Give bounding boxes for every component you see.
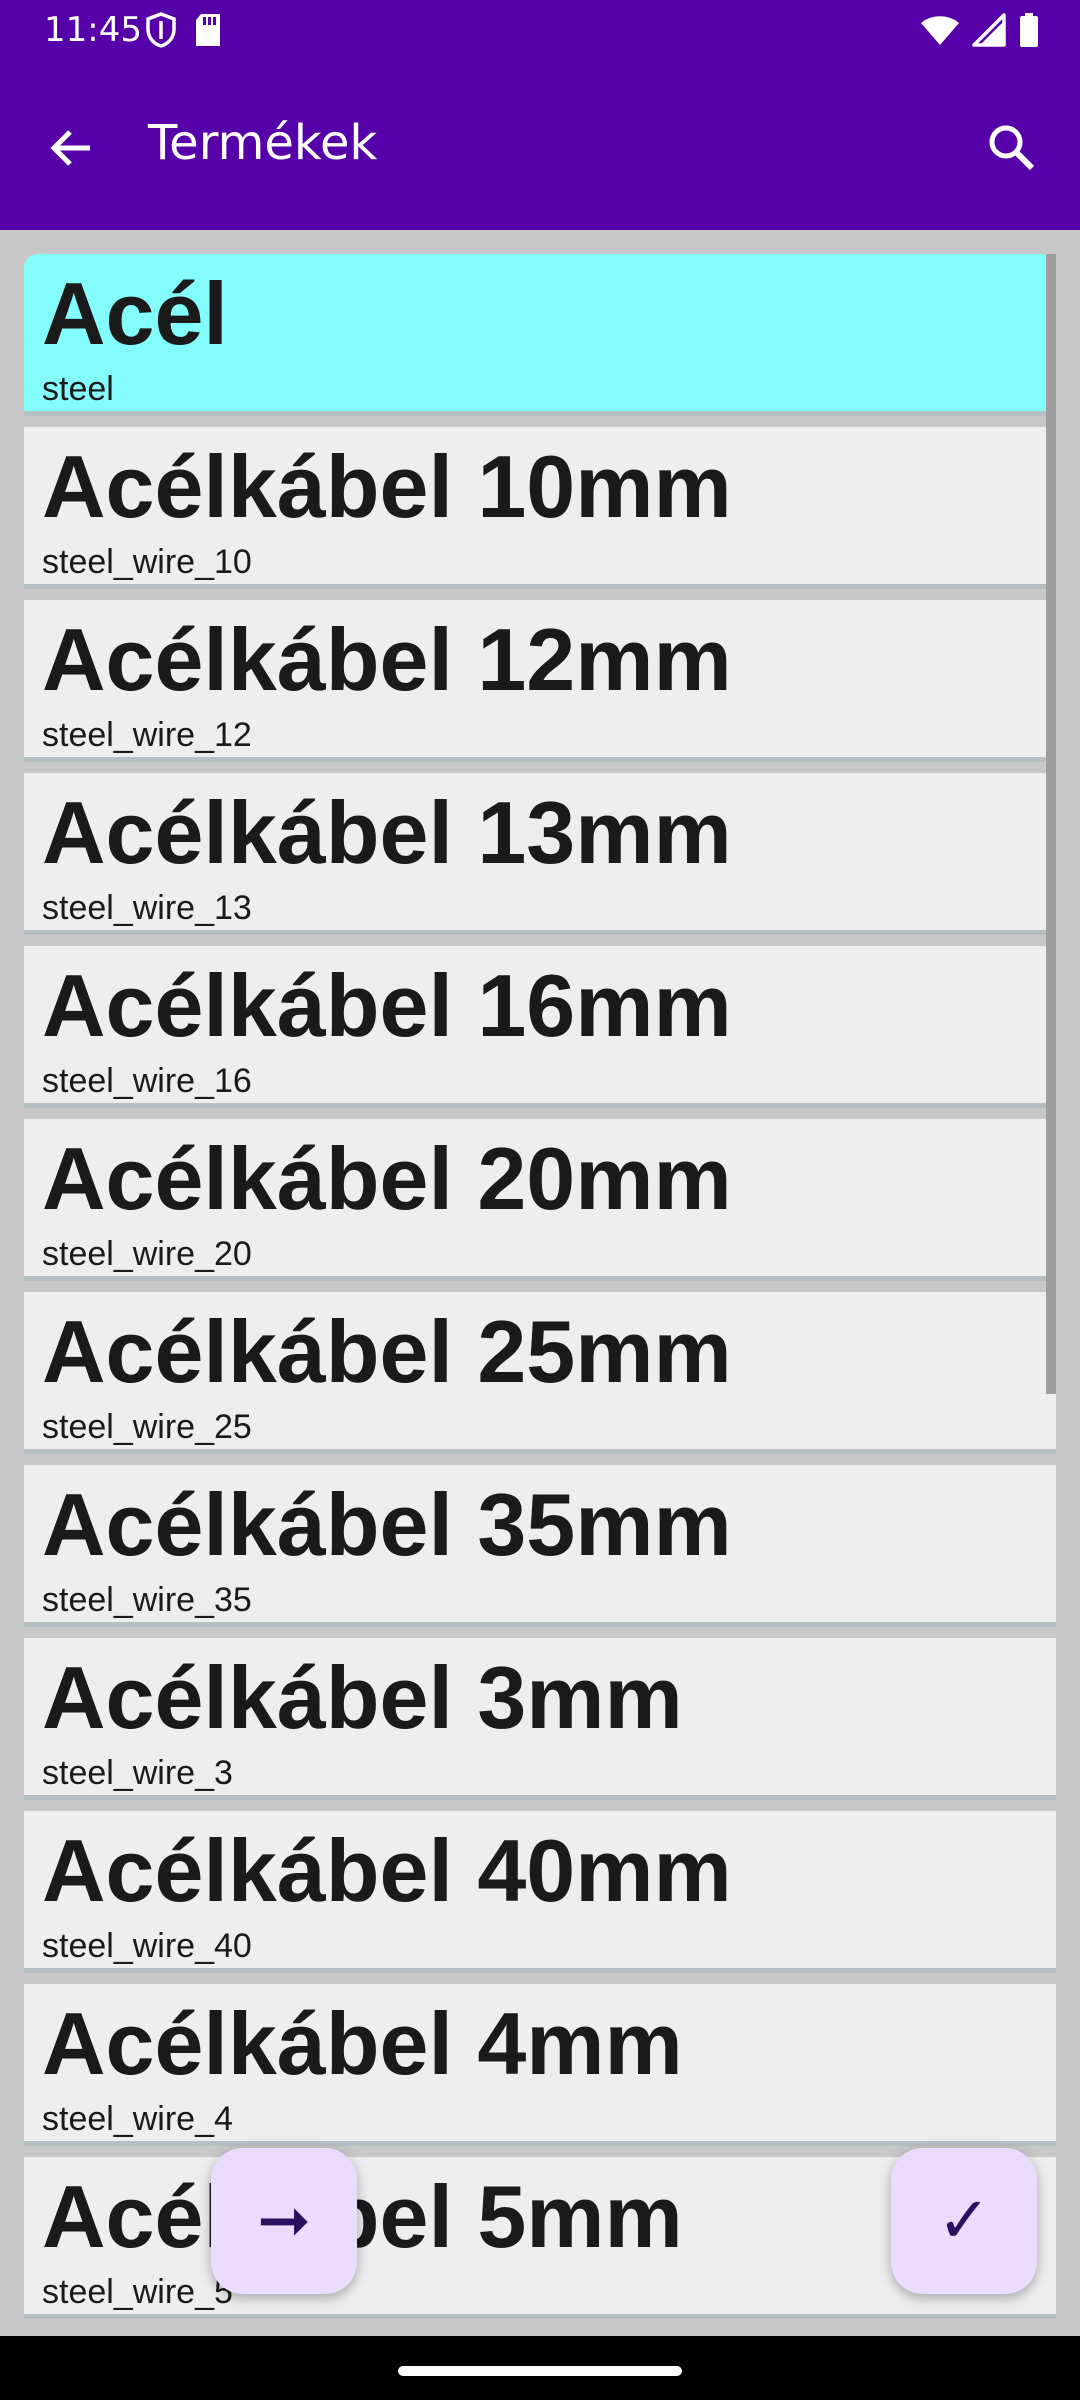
status-time: 11:45 (44, 10, 142, 50)
product-name: Acélkábel 20mm (42, 1129, 732, 1228)
wifi-icon (920, 13, 960, 51)
list-item[interactable]: Acélkábel 16mm steel_wire_16 (24, 946, 1056, 1108)
app-bar: Termékek (0, 62, 1080, 230)
product-code: steel_wire_4 (42, 2100, 233, 2138)
checkmark-icon: ✓ (937, 2184, 991, 2258)
home-handle[interactable] (398, 2366, 682, 2376)
product-code: steel_wire_10 (42, 543, 252, 581)
product-name: Acélkábel 40mm (42, 1821, 732, 1920)
product-code: steel_wire_3 (42, 1754, 233, 1792)
product-name: Acélkábel 16mm (42, 956, 732, 1055)
list-item[interactable]: Acélkábel 4mm steel_wire_4 (24, 1984, 1056, 2146)
shield-icon (145, 12, 177, 52)
product-code: steel_wire_12 (42, 716, 252, 754)
search-button[interactable] (984, 120, 1040, 176)
sd-card-icon (193, 12, 223, 52)
list-item[interactable]: Acélkábel 3mm steel_wire_3 (24, 1638, 1056, 1800)
list-item[interactable]: Acélkábel 13mm steel_wire_13 (24, 773, 1056, 935)
product-name: Acélkábel 12mm (42, 610, 732, 709)
product-code: steel_wire_20 (42, 1235, 252, 1273)
list-item[interactable]: Acélkábel 25mm steel_wire_25 (24, 1292, 1056, 1454)
product-code: steel_wire_5 (42, 2273, 233, 2311)
page-title: Termékek (148, 115, 378, 171)
list-item[interactable]: Acélkábel 10mm steel_wire_10 (24, 427, 1056, 589)
navigation-bar (0, 2336, 1080, 2400)
list-item[interactable]: Acél steel (24, 254, 1056, 416)
back-button[interactable] (44, 120, 100, 176)
product-code: steel_wire_16 (42, 1062, 252, 1100)
product-code: steel (42, 370, 114, 408)
product-name: Acélkábel 35mm (42, 1475, 732, 1574)
product-name: Acélkábel 4mm (42, 1994, 683, 2093)
search-icon (984, 125, 1040, 180)
product-name: Acélkábel 5mm (42, 2167, 683, 2266)
list-item[interactable]: Acélkábel 40mm steel_wire_40 (24, 1811, 1056, 1973)
status-bar: 11:45 (0, 0, 1080, 62)
product-name: Acélkábel 3mm (42, 1648, 683, 1747)
product-name: Acél (42, 264, 228, 363)
signal-icon (972, 13, 1006, 51)
product-code: steel_wire_40 (42, 1927, 252, 1965)
list-item[interactable]: Acélkábel 12mm steel_wire_12 (24, 600, 1056, 762)
product-name: Acélkábel 13mm (42, 783, 732, 882)
arrow-right-icon: ➞ (257, 2184, 311, 2258)
product-code: steel_wire_13 (42, 889, 252, 927)
list-item[interactable]: Acélkábel 35mm steel_wire_35 (24, 1465, 1056, 1627)
list-item[interactable]: Acélkábel 20mm steel_wire_20 (24, 1119, 1056, 1281)
status-left-icons (145, 12, 223, 52)
next-button[interactable]: ➞ (211, 2148, 357, 2294)
back-arrow-icon (44, 130, 100, 180)
scrollbar[interactable] (1046, 254, 1056, 1394)
product-name: Acélkábel 10mm (42, 437, 732, 536)
product-code: steel_wire_35 (42, 1581, 252, 1619)
status-right-icons (920, 12, 1040, 52)
battery-icon (1018, 12, 1040, 52)
product-list[interactable]: Acél steel Acélkábel 10mm steel_wire_10 … (24, 254, 1056, 2334)
product-code: steel_wire_25 (42, 1408, 252, 1446)
confirm-button[interactable]: ✓ (891, 2148, 1037, 2294)
product-name: Acélkábel 25mm (42, 1302, 732, 1401)
